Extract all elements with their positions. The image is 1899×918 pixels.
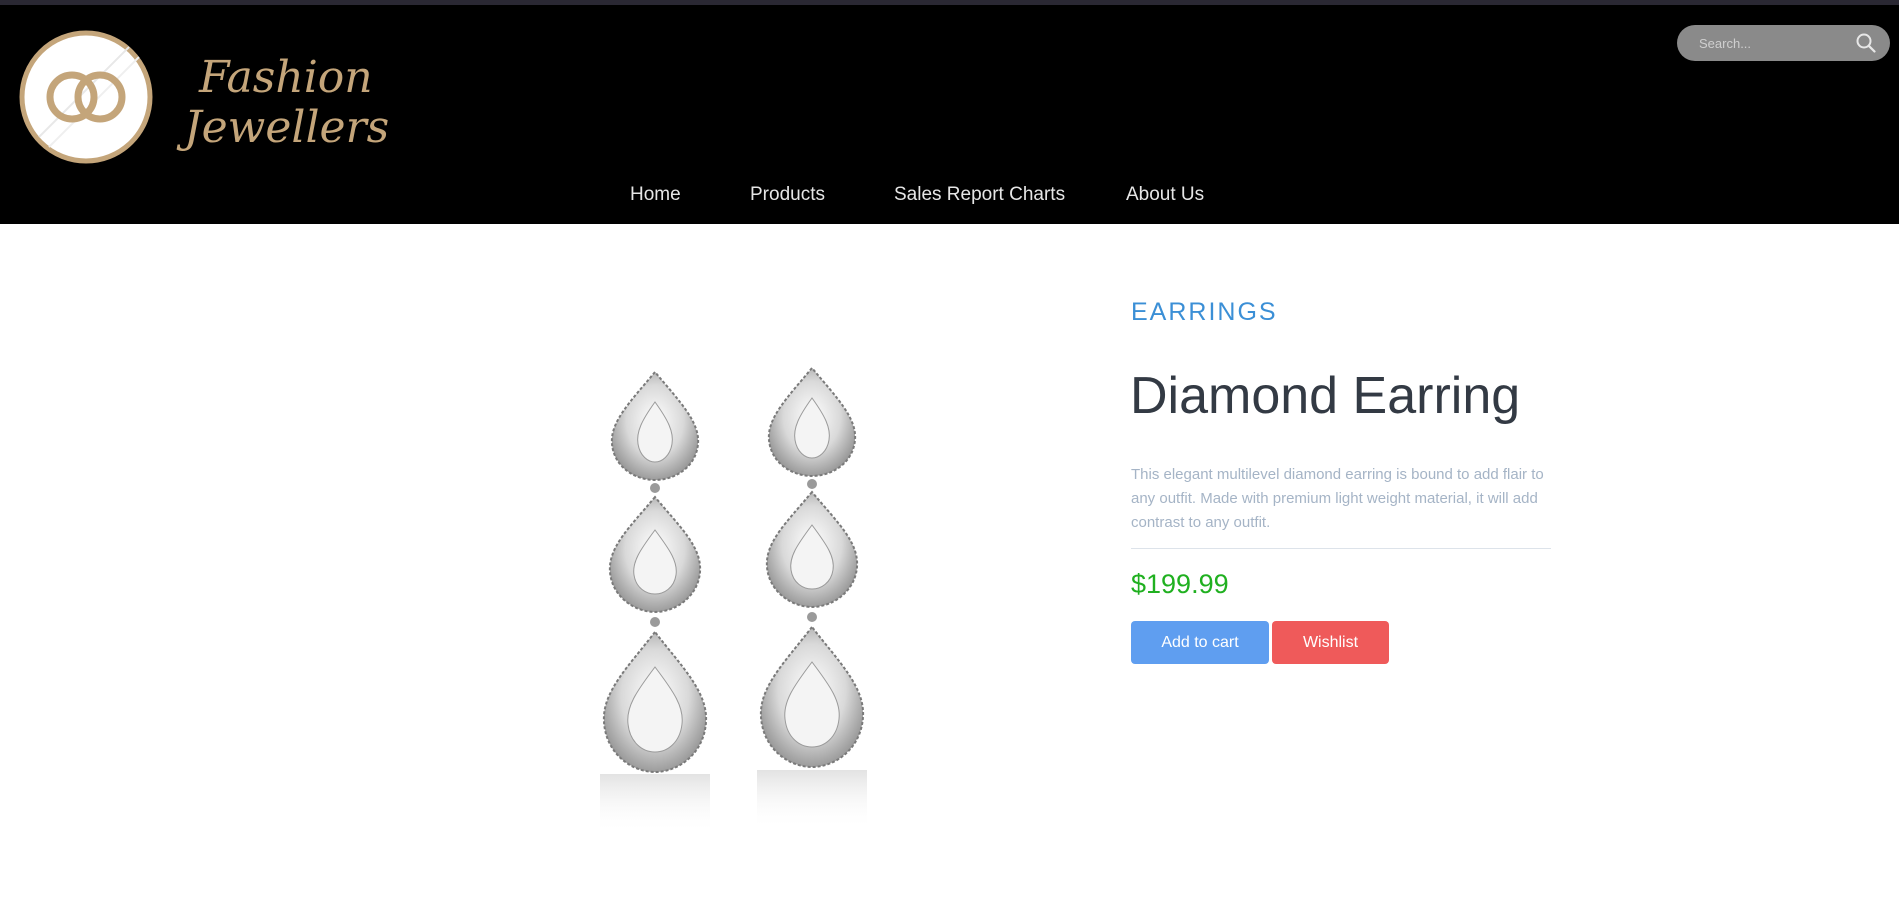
nav-sales-report-charts[interactable]: Sales Report Charts	[894, 175, 1065, 215]
product-title: Diamond Earring	[1130, 367, 1521, 425]
product-price: $199.99	[1131, 569, 1229, 599]
brand-line-1: Fashion	[199, 52, 373, 103]
product-description: This elegant multilevel diamond earring …	[1131, 466, 1544, 531]
wishlist-button[interactable]: Wishlist	[1272, 621, 1389, 664]
site-header: Fashion Jewellers Home Products Sales Re…	[0, 5, 1899, 224]
site-logo[interactable]: Fashion Jewellers	[19, 27, 389, 167]
diamond-earrings-image	[590, 362, 880, 862]
search-box	[1677, 25, 1890, 61]
rings-logo-icon	[19, 30, 153, 164]
brand-line-2: Jewellers	[184, 102, 390, 153]
divider	[1131, 548, 1551, 549]
main-nav: Home Products Sales Report Charts About …	[0, 175, 1899, 215]
nav-about-us[interactable]: About Us	[1126, 175, 1204, 215]
brand-name: Fashion Jewellers	[179, 53, 389, 153]
search-input[interactable]	[1687, 25, 1871, 61]
nav-home[interactable]: Home	[630, 175, 681, 215]
search-icon[interactable]	[1856, 33, 1876, 53]
product-category[interactable]: EARRINGS	[1131, 298, 1278, 327]
add-to-cart-button[interactable]: Add to cart	[1131, 621, 1269, 664]
nav-products[interactable]: Products	[750, 175, 825, 215]
